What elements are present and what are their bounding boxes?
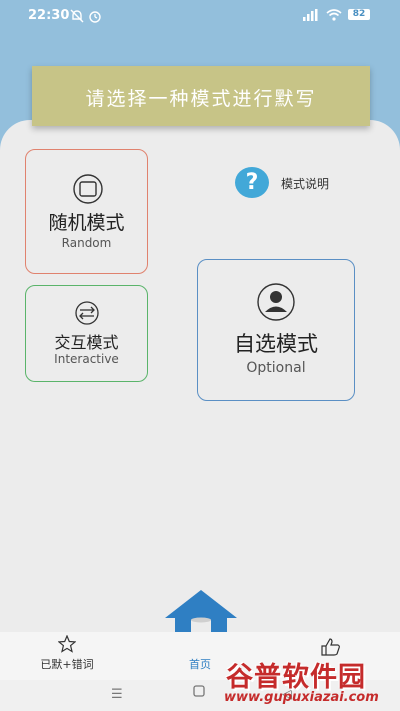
alarm-icon (88, 9, 102, 27)
menu-icon[interactable]: ☰ (111, 687, 123, 702)
optional-mode-subtitle: Optional (246, 360, 306, 376)
mode-prompt-banner: 请选择一种模式进行默写 (32, 66, 370, 126)
user-icon (252, 282, 300, 326)
watermark: 谷普软件园 www.gupuxiazai.com (222, 655, 400, 711)
status-time: 22:30 (28, 8, 70, 23)
status-bar: 22:30 82 (0, 0, 400, 32)
watermark-title: 谷普软件园 (226, 662, 366, 693)
star-icon (57, 634, 77, 657)
home-system-icon[interactable] (193, 685, 205, 701)
optional-mode-button[interactable]: 自选模式 Optional (197, 259, 355, 401)
optional-mode-title: 自选模式 (234, 332, 318, 356)
battery-indicator: 82 (348, 9, 370, 20)
random-mode-icon (69, 173, 107, 209)
nav-item-reviewed-words[interactable]: 已默+错词 (17, 632, 117, 680)
interactive-mode-title: 交互模式 (54, 333, 119, 352)
interactive-mode-icon (72, 300, 102, 330)
mode-help-label: 模式说明 (281, 177, 330, 191)
random-mode-button[interactable]: 随机模式 Random (25, 149, 148, 274)
home-icon[interactable] (163, 588, 239, 652)
interactive-mode-button[interactable]: 交互模式 Interactive (25, 285, 148, 382)
nav-label-reviewed: 已默+错词 (40, 658, 94, 671)
watermark-url: www.gupuxiazai.com (224, 690, 379, 705)
mode-help-button[interactable]: ? 模式说明 (233, 167, 383, 199)
question-icon: ? (235, 167, 269, 198)
signal-icon (303, 9, 319, 25)
interactive-mode-subtitle: Interactive (54, 352, 119, 366)
random-mode-subtitle: Random (61, 236, 112, 250)
random-mode-title: 随机模式 (48, 212, 125, 234)
mute-icon (70, 9, 84, 27)
wifi-icon (326, 9, 342, 25)
